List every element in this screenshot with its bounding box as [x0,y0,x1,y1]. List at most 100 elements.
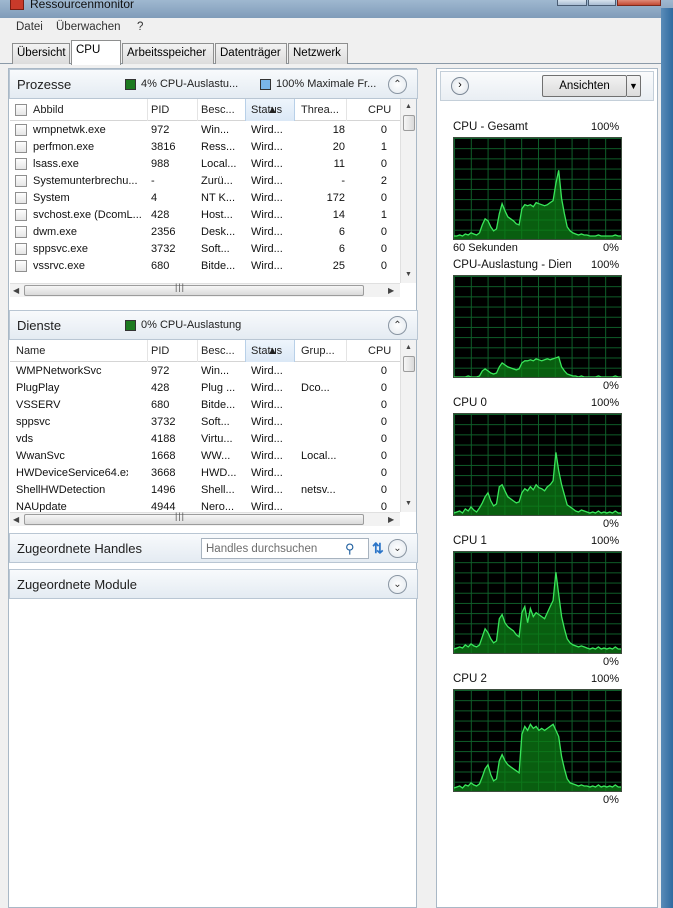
close-button[interactable] [617,0,661,6]
cell-status: Wird... [251,226,283,238]
scroll-up-icon[interactable]: ▲ [405,344,412,351]
col-pid[interactable]: PID [151,345,169,357]
row-checkbox[interactable] [15,192,27,204]
scroll-up-icon[interactable]: ▲ [405,103,412,110]
menu-bar: Datei Überwachen ? [0,18,661,38]
row-checkbox[interactable] [15,226,27,238]
row-checkbox[interactable] [15,260,27,272]
col-image[interactable]: Abbild [33,104,64,116]
cell-status: Wird... [251,124,283,136]
table-row[interactable]: HWDeviceService64.exe 3668 HWD... Wird... 0 [10,465,400,482]
table-row[interactable]: perfmon.exe 3816 Ress... Wird... 20 1 [10,139,400,156]
cell-group: netsv... [301,484,336,496]
table-row[interactable]: wmpnetwk.exe 972 Win... Wird... 18 0 [10,122,400,139]
handles-search-input[interactable]: Handles durchsuchen ⚲ [201,538,369,559]
row-checkbox[interactable] [15,158,27,170]
expand-icon[interactable]: ⌄ [388,539,407,558]
cell-pid: 3668 [151,467,176,479]
cell-cpu: 1 [380,209,387,221]
table-row[interactable]: vds 4188 Virtu... Wird... 0 [10,431,400,448]
collapse-icon[interactable]: ⌃ [388,316,407,335]
processes-header[interactable]: Prozesse 4% CPU-Auslastu... 100% Maximal… [9,69,418,99]
horizontal-scrollbar[interactable]: ◀ ||| ▶ [10,282,400,297]
menu-datei[interactable]: Datei [16,21,43,33]
col-cpu[interactable]: CPU [368,104,391,116]
table-row[interactable]: System 4 NT K... Wird... 172 0 [10,190,400,207]
table-row[interactable]: ShellHWDetection 1496 Shell... Wird... netsv… [10,482,400,499]
views-button[interactable]: Ansichten [542,75,627,97]
col-status[interactable]: Status [251,345,282,357]
vertical-scrollbar[interactable]: ▲ ▼ [400,99,416,283]
column-separator[interactable] [147,99,148,121]
cell-pid: 680 [151,260,170,272]
table-row[interactable]: VSSERV 680 Bitde... Wird... 0 [10,397,400,414]
col-description[interactable]: Besc... [201,104,235,116]
select-all-checkbox[interactable] [15,104,27,116]
table-row[interactable]: PlugPlay 428 Plug ... Wird... Dco... 0 [10,380,400,397]
table-row[interactable]: Systemunterbrechu... - Zurü... Wird... - 2 [10,173,400,190]
col-name[interactable]: Name [16,345,45,357]
row-checkbox[interactable] [15,124,27,136]
col-cpu[interactable]: CPU [368,345,391,357]
tab-cpu[interactable]: CPU [71,40,121,65]
table-row[interactable]: dwm.exe 2356 Desk... Wird... 6 0 [10,224,400,241]
handles-header[interactable]: Zugeordnete Handles Handles durchsuchen … [9,533,418,563]
tab-uebersicht[interactable]: Übersicht [12,43,70,64]
menu-ueberwachen[interactable]: Überwachen [56,21,121,33]
row-checkbox[interactable] [15,209,27,221]
column-separator[interactable] [147,340,148,362]
table-row[interactable]: vssrvc.exe 680 Bitde... Wird... 25 0 [10,258,400,275]
table-row[interactable]: svchost.exe (DcomL... 428 Host... Wird... 14… [10,207,400,224]
scroll-thumb[interactable] [403,115,415,131]
vertical-scrollbar[interactable]: ▲ ▼ [400,340,416,512]
title-bar[interactable]: Ressourcenmonitor [0,0,673,20]
scroll-thumb[interactable] [24,285,364,296]
scroll-right-icon[interactable]: ▶ [388,286,394,295]
table-row[interactable]: lsass.exe 988 Local... Wird... 11 0 [10,156,400,173]
horizontal-scrollbar[interactable]: ◀ ||| ▶ [10,511,400,526]
col-description[interactable]: Besc... [201,345,235,357]
menu-help[interactable]: ? [137,21,143,33]
maximize-button[interactable] [588,0,616,6]
cell-status: Wird... [251,467,283,479]
collapse-panel-icon[interactable]: › [451,77,469,95]
cell-cpu: 0 [380,433,387,445]
row-checkbox[interactable] [15,141,27,153]
cell-description: Virtu... [201,433,233,445]
scroll-left-icon[interactable]: ◀ [13,515,19,524]
col-group[interactable]: Grup... [301,345,343,357]
search-icon[interactable]: ⚲ [345,541,355,557]
tab-datentraeger[interactable]: Datenträger [215,43,287,64]
row-checkbox[interactable] [15,175,27,187]
row-checkbox[interactable] [15,243,27,255]
scroll-down-icon[interactable]: ▼ [405,500,412,507]
scroll-thumb[interactable] [24,514,364,525]
cell-pid: 4188 [151,433,176,445]
column-separator[interactable] [197,340,198,362]
graph-max-label: 100% [591,397,620,409]
table-row[interactable]: WMPNetworkSvc 972 Win... Wird... 0 [10,363,400,380]
scroll-down-icon[interactable]: ▼ [405,271,412,278]
scroll-right-icon[interactable]: ▶ [388,515,394,524]
table-row[interactable]: sppsvc 3732 Soft... Wird... 0 [10,414,400,431]
views-dropdown-icon[interactable]: ▼ [627,75,641,97]
table-row[interactable]: sppsvc.exe 3732 Soft... Wird... 6 0 [10,241,400,258]
scroll-left-icon[interactable]: ◀ [13,286,19,295]
scroll-thumb[interactable] [403,356,415,372]
col-pid[interactable]: PID [151,104,169,116]
collapse-icon[interactable]: ⌃ [388,75,407,94]
table-row[interactable]: WwanSvc 1668 WW... Wird... Local... 0 [10,448,400,465]
minimize-button[interactable] [557,0,587,6]
services-header[interactable]: Dienste 0% CPU-Auslastung ⌃ [9,310,418,340]
column-separator[interactable] [346,340,347,362]
tab-netzwerk[interactable]: Netzwerk [288,43,348,64]
col-threads[interactable]: Threa... [301,104,343,116]
expand-icon[interactable]: ⌄ [388,575,407,594]
cell-description: Zurü... [201,175,233,187]
tab-arbeitsspeicher[interactable]: Arbeitsspeicher [122,43,214,64]
column-separator[interactable] [346,99,347,121]
column-separator[interactable] [197,99,198,121]
col-status[interactable]: Status [251,104,282,116]
modules-header[interactable]: Zugeordnete Module ⌄ [9,569,418,599]
refresh-icon[interactable]: ⇅ [372,540,384,557]
